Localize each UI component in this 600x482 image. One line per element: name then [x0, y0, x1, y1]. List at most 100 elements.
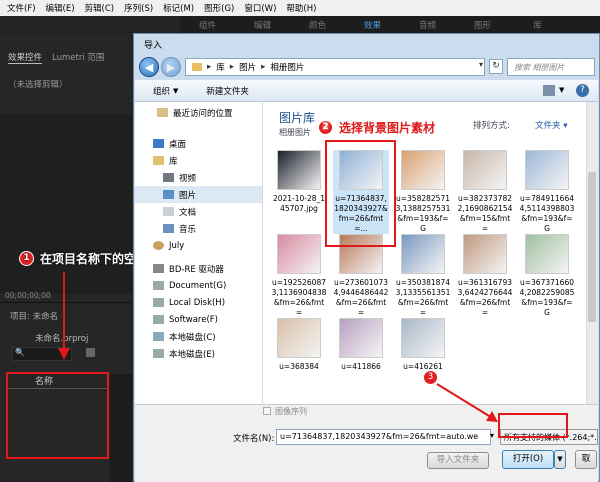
organize-button[interactable]: 组织: [153, 85, 170, 97]
file-thumbnail[interactable]: u=3582825713,1388257531&fm=193&f=G: [395, 150, 451, 234]
menubar: 文件(F) 编辑(E) 剪辑(C) 序列(S) 标记(M) 图形(G) 窗口(W…: [0, 0, 600, 16]
new-bin-icon[interactable]: [86, 348, 95, 357]
no-clip-label: （未选择剪辑）: [8, 80, 68, 90]
menu-edit[interactable]: 编辑(E): [41, 2, 80, 14]
library-title: 图片库: [279, 111, 316, 125]
menu-sequence[interactable]: 序列(S): [119, 2, 158, 14]
ws-tab-effects[interactable]: 效果: [345, 19, 400, 31]
highlight-project-area[interactable]: [6, 372, 109, 459]
thumbnail-caption: u=3613167933,6424276644&fm=26&fmt=: [457, 278, 513, 317]
image-sequence-checkbox[interactable]: [263, 407, 271, 415]
ws-tab-color[interactable]: 颜色: [290, 19, 345, 31]
nav-recent[interactable]: 最近访问的位置: [135, 104, 262, 121]
file-thumbnail[interactable]: u=368384: [271, 318, 327, 372]
view-options-icon[interactable]: [543, 85, 555, 96]
nav-drive-e[interactable]: 本地磁盘(E): [135, 345, 262, 362]
nav-libraries[interactable]: 库: [135, 152, 262, 169]
ws-tab-graphics[interactable]: 图形: [455, 19, 510, 31]
step-1-badge: 1: [19, 251, 34, 266]
file-thumbnail[interactable]: u=3613167933,6424276644&fm=26&fmt=: [457, 234, 513, 318]
step-3-badge: 3: [423, 370, 438, 385]
view-dropdown-icon[interactable]: ▼: [559, 86, 564, 94]
new-folder-button[interactable]: 新建文件夹: [206, 85, 249, 97]
ws-tab-libraries[interactable]: 库: [510, 19, 565, 31]
cancel-button[interactable]: 取: [575, 450, 597, 469]
nav-music[interactable]: 音乐: [135, 220, 262, 237]
effect-controls-tabs: 效果控件 Lumetri 范围: [0, 34, 132, 64]
highlight-selected-image[interactable]: [325, 140, 396, 247]
tab-lumetri-scopes[interactable]: Lumetri 范围: [52, 51, 104, 64]
libraries-icon: [153, 156, 164, 165]
nav-videos[interactable]: 视频: [135, 169, 262, 186]
image-sequence-label: 图像序列: [275, 407, 307, 416]
search-input[interactable]: 搜索 相册图片: [507, 58, 595, 76]
file-thumbnail[interactable]: u=416261: [395, 318, 451, 372]
import-folder-button[interactable]: 导入文件夹: [427, 452, 489, 469]
thumbnail-image: [463, 150, 507, 190]
effect-controls-body: [0, 114, 132, 294]
scrollbar-thumb[interactable]: [588, 172, 596, 322]
help-icon[interactable]: ?: [576, 84, 589, 97]
file-thumbnail[interactable]: u=411866: [333, 318, 389, 372]
arrange-dropdown[interactable]: 文件夹 ▾: [535, 119, 567, 131]
library-subtitle: 相册图片: [279, 128, 311, 137]
annotation-step-2: 2 选择背景图片素材: [318, 119, 435, 136]
nav-documents[interactable]: 文档: [135, 203, 262, 220]
menu-markers[interactable]: 标记(M): [158, 2, 199, 14]
project-scroll-area: [110, 374, 132, 482]
nav-drive-h[interactable]: Local Disk(H): [135, 294, 262, 311]
ws-tab-editing[interactable]: 编辑: [235, 19, 290, 31]
address-bar[interactable]: ▸ 库 ▸ 图片 ▸ 相册图片: [185, 58, 485, 76]
nav-bd-drive[interactable]: BD-RE 驱动器: [135, 260, 262, 277]
filename-dropdown-icon[interactable]: ▾: [490, 431, 494, 440]
open-dropdown-icon[interactable]: ▼: [554, 450, 566, 469]
breadcrumb-pictures[interactable]: 图片: [239, 61, 256, 73]
refresh-icon[interactable]: ↻: [489, 59, 503, 74]
file-thumbnail[interactable]: u=7849116644,5114398803&fm=193&f=G: [519, 150, 575, 234]
dialog-titlebar: 导入: [134, 34, 599, 54]
ws-tab-assembly[interactable]: 组件: [180, 19, 235, 31]
nav-user[interactable]: July: [135, 237, 262, 254]
breadcrumb-album[interactable]: 相册图片: [270, 61, 304, 73]
ws-tab-audio[interactable]: 音频: [400, 19, 455, 31]
open-button[interactable]: 打开(O): [502, 450, 554, 469]
menu-window[interactable]: 窗口(W): [239, 2, 281, 14]
menu-graphics[interactable]: 图形(G): [199, 2, 239, 14]
thumbnail-caption: u=2736010734,9446486442&fm=26&fmt=: [333, 278, 389, 317]
filename-input[interactable]: u=71364837,1820343927&fm=26&fmt=auto.we: [276, 429, 491, 445]
address-dropdown-icon[interactable]: ▾: [479, 60, 483, 69]
organize-dropdown-icon[interactable]: ▼: [173, 87, 178, 95]
navigation-pane: 最近访问的位置 桌面 库 视频 图片 文档 音乐 July BD-RE 驱动器 …: [135, 102, 263, 404]
thumbnail-caption: 2021-10-28_145707.jpg: [272, 194, 326, 213]
file-thumbnail[interactable]: u=3673716604,2082259085&fm=193&f=G: [519, 234, 575, 318]
back-arrow-icon[interactable]: ◀: [139, 57, 159, 77]
thumbnail-caption: u=411866: [341, 362, 381, 371]
menu-help[interactable]: 帮助(H): [281, 2, 321, 14]
file-thumbnail[interactable]: 2021-10-28_145707.jpg: [271, 150, 327, 214]
project-filename: 未命名.prproj: [35, 334, 89, 344]
system-drive-icon: [153, 332, 164, 341]
project-tab[interactable]: 项目: 未命名: [10, 310, 58, 322]
nav-desktop[interactable]: 桌面: [135, 135, 262, 152]
breadcrumb-library[interactable]: 库: [216, 61, 225, 73]
nav-drive-c[interactable]: 本地磁盘(C): [135, 328, 262, 345]
file-thumbnail[interactable]: u=3823737822,1690862154&fm=15&fmt=: [457, 150, 513, 234]
file-thumbnail[interactable]: u=3503818743,1335561351&fm=26&fmt=: [395, 234, 451, 318]
workspace-tabs: 组件 编辑 颜色 效果 音频 图形 库: [180, 16, 600, 34]
nav-drive-g[interactable]: Document(G): [135, 277, 262, 294]
file-thumbnail[interactable]: u=1925260873,1136904838&fm=26&fmt=: [271, 234, 327, 318]
nav-drive-f[interactable]: Software(F): [135, 311, 262, 328]
thumbnail-image: [401, 234, 445, 274]
forward-arrow-icon[interactable]: ▶: [161, 57, 181, 77]
nav-pictures[interactable]: 图片: [135, 186, 262, 203]
arrow-head-1: [58, 348, 70, 360]
thumbnail-image: [277, 150, 321, 190]
menu-file[interactable]: 文件(F): [2, 2, 41, 14]
tab-effect-controls[interactable]: 效果控件: [8, 51, 43, 64]
drive-icon: [153, 315, 164, 324]
thumbnail-caption: u=3582825713,1388257531&fm=193&f=G: [395, 194, 451, 233]
menu-clip[interactable]: 剪辑(C): [80, 2, 120, 14]
user-icon: [153, 241, 164, 250]
music-icon: [163, 224, 174, 233]
highlight-open-button[interactable]: [498, 413, 568, 438]
